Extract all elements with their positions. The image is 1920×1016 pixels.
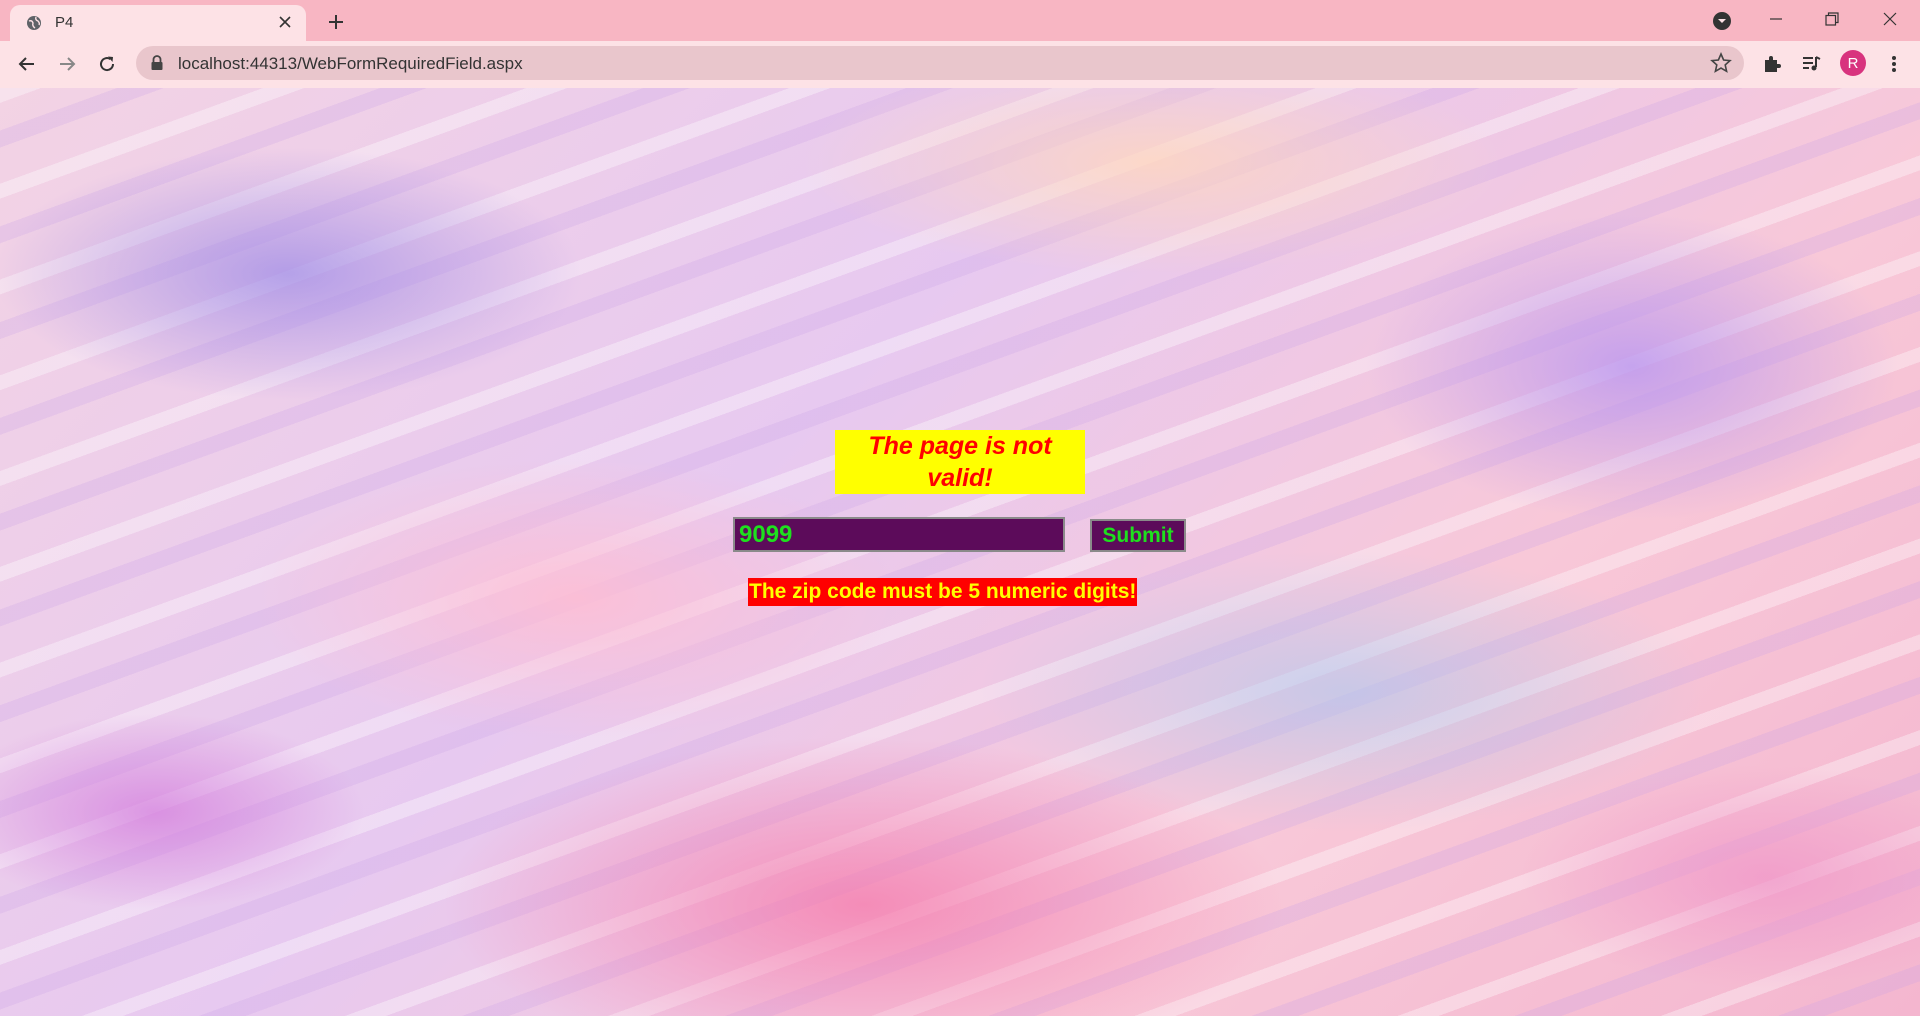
media-control-icon[interactable] — [1797, 50, 1825, 78]
zip-code-input[interactable] — [733, 517, 1065, 552]
lock-icon[interactable] — [150, 55, 164, 71]
restore-button[interactable] — [1810, 4, 1854, 34]
globe-icon — [26, 15, 42, 31]
minimize-button[interactable] — [1754, 4, 1798, 34]
new-tab-button[interactable] — [322, 8, 350, 36]
url-text[interactable]: localhost:44313/WebFormRequiredField.asp… — [178, 54, 523, 74]
close-window-button[interactable] — [1868, 4, 1912, 34]
profile-avatar[interactable]: R — [1840, 50, 1866, 76]
tab-p4[interactable]: P4 — [10, 5, 306, 41]
extensions-icon[interactable] — [1758, 50, 1786, 78]
reload-button[interactable] — [92, 49, 122, 79]
tab-strip: P4 — [0, 0, 1920, 41]
browser-toolbar: localhost:44313/WebFormRequiredField.asp… — [0, 41, 1920, 88]
forward-button[interactable] — [52, 49, 82, 79]
page-background: The page is not valid! Submit The zip co… — [0, 88, 1920, 1016]
tab-title: P4 — [55, 14, 74, 31]
tab-search-icon[interactable] — [1710, 9, 1734, 33]
submit-button[interactable]: Submit — [1090, 519, 1186, 552]
bookmark-star-icon[interactable] — [1710, 51, 1732, 74]
close-icon[interactable] — [276, 13, 294, 31]
address-bar[interactable]: localhost:44313/WebFormRequiredField.asp… — [136, 46, 1744, 80]
browser-window: P4 localhost:44313/WebFormRequiredField.… — [0, 0, 1920, 1016]
back-button[interactable] — [12, 49, 42, 79]
zip-error-message: The zip code must be 5 numeric digits! — [748, 578, 1138, 606]
menu-icon[interactable] — [1880, 50, 1908, 78]
validation-summary: The page is not valid! — [835, 430, 1085, 494]
